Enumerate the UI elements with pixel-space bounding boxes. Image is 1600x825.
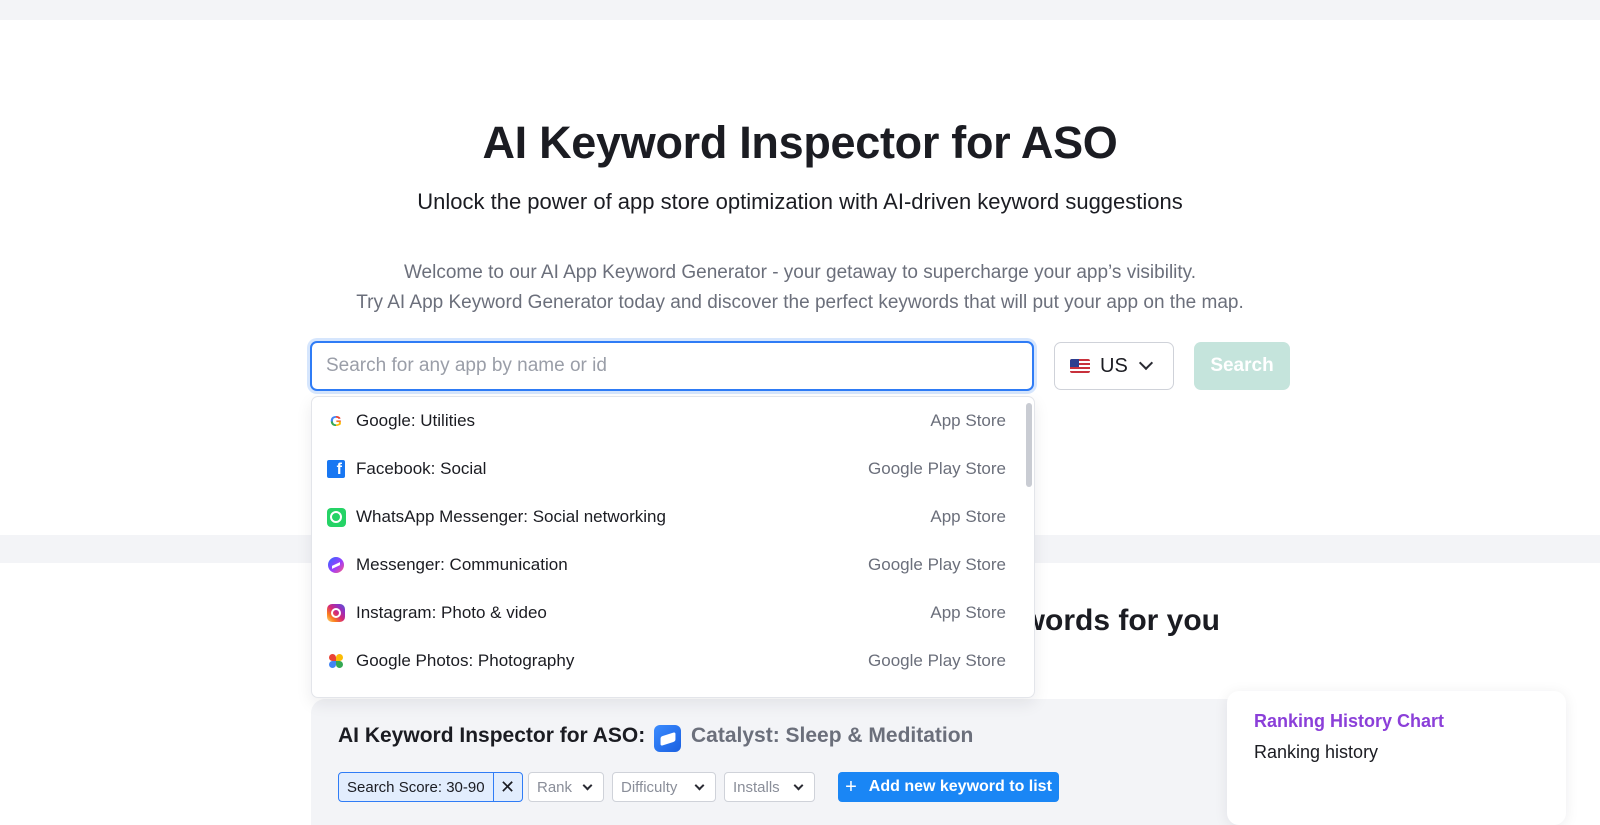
whatsapp-icon: [326, 507, 346, 527]
suggestion-store: Google Play Store: [868, 459, 1006, 478]
ranking-history-card[interactable]: Ranking History Chart Ranking history: [1227, 691, 1566, 825]
plus-icon: +: [845, 775, 857, 798]
rank-select-label: Rank: [537, 778, 573, 796]
suggestion-name: Instagram: Photo & video: [356, 603, 547, 622]
search-score-filter-chip[interactable]: Search Score: 30-90 ✕: [338, 772, 523, 802]
add-keyword-label: Add new keyword to list: [868, 778, 1052, 795]
suggestion-store: App Store: [930, 603, 1006, 622]
close-icon[interactable]: ✕: [492, 773, 522, 801]
facebook-icon: f: [326, 459, 346, 479]
chevron-down-icon: [1138, 355, 1154, 371]
page-title: AI Keyword Inspector for ASO: [482, 117, 1118, 168]
selected-app-name: Catalyst: Sleep & Meditation: [691, 724, 974, 747]
suggestion-name: Messenger: Communication: [356, 555, 568, 574]
suggestion-item-facebook[interactable]: f Facebook: Social Google Play Store: [326, 445, 1006, 493]
top-strip: [0, 0, 1600, 20]
suggestion-item-google[interactable]: G Google: Utilities App Store: [326, 397, 1006, 445]
suggestion-name: Google: Utilities: [356, 411, 476, 430]
ranking-history-subtitle: Ranking history: [1254, 742, 1379, 762]
app-search-input[interactable]: [310, 341, 1034, 391]
google-photos-icon: [326, 651, 346, 671]
page-description: Welcome to our AI App Keyword Generator …: [0, 258, 1600, 318]
installs-select-label: Installs: [733, 778, 780, 796]
instagram-icon: [326, 603, 346, 623]
dropdown-scrollbar[interactable]: [1026, 403, 1032, 487]
suggestion-store: Google Play Store: [868, 555, 1006, 574]
chevron-down-icon: [582, 780, 593, 791]
country-select[interactable]: US: [1054, 342, 1174, 390]
difficulty-select-label: Difficulty: [621, 778, 678, 796]
description-line-2: Try AI App Keyword Generator today and d…: [356, 292, 1244, 313]
suggestion-name: Facebook: Social: [356, 459, 487, 478]
suggestion-item-whatsapp[interactable]: WhatsApp Messenger: Social networking Ap…: [326, 493, 1006, 541]
suggestion-item-google-photos[interactable]: Google Photos: Photography Google Play S…: [326, 637, 1006, 685]
difficulty-select[interactable]: Difficulty: [612, 772, 716, 802]
add-keyword-button[interactable]: + Add new keyword to list: [838, 772, 1059, 802]
rank-select[interactable]: Rank: [528, 772, 604, 802]
description-line-1: Welcome to our AI App Keyword Generator …: [403, 262, 1197, 283]
chevron-down-icon: [793, 780, 804, 791]
suggestion-store: App Store: [930, 507, 1006, 526]
keyword-card: AI Keyword Inspector for ASO: Catalyst: …: [311, 699, 1241, 825]
catalyst-app-icon: [654, 725, 681, 752]
suggestion-store: App Store: [930, 411, 1006, 430]
page-subtitle: Unlock the power of app store optimizati…: [417, 189, 1183, 214]
suggestion-name: Google Photos: Photography: [356, 651, 575, 670]
chevron-down-icon: [694, 780, 705, 791]
messenger-icon: [326, 555, 346, 575]
country-label: US: [1100, 354, 1128, 377]
search-suggestions-dropdown: G Google: Utilities App Store f Facebook…: [311, 396, 1035, 698]
suggestion-item-messenger[interactable]: Messenger: Communication Google Play Sto…: [326, 541, 1006, 589]
search-button[interactable]: Search: [1194, 342, 1290, 390]
google-icon: G: [330, 412, 342, 430]
suggestion-store: Google Play Store: [868, 651, 1006, 670]
ranking-history-title[interactable]: Ranking History Chart: [1254, 711, 1444, 732]
suggestion-name: WhatsApp Messenger: Social networking: [356, 507, 666, 526]
installs-select[interactable]: Installs: [724, 772, 815, 802]
suggestion-item-instagram[interactable]: Instagram: Photo & video App Store: [326, 589, 1006, 637]
filter-chip-label: Search Score: 30-90: [347, 778, 485, 796]
card-title: AI Keyword Inspector for ASO:: [338, 724, 646, 747]
us-flag-icon: [1070, 359, 1090, 373]
